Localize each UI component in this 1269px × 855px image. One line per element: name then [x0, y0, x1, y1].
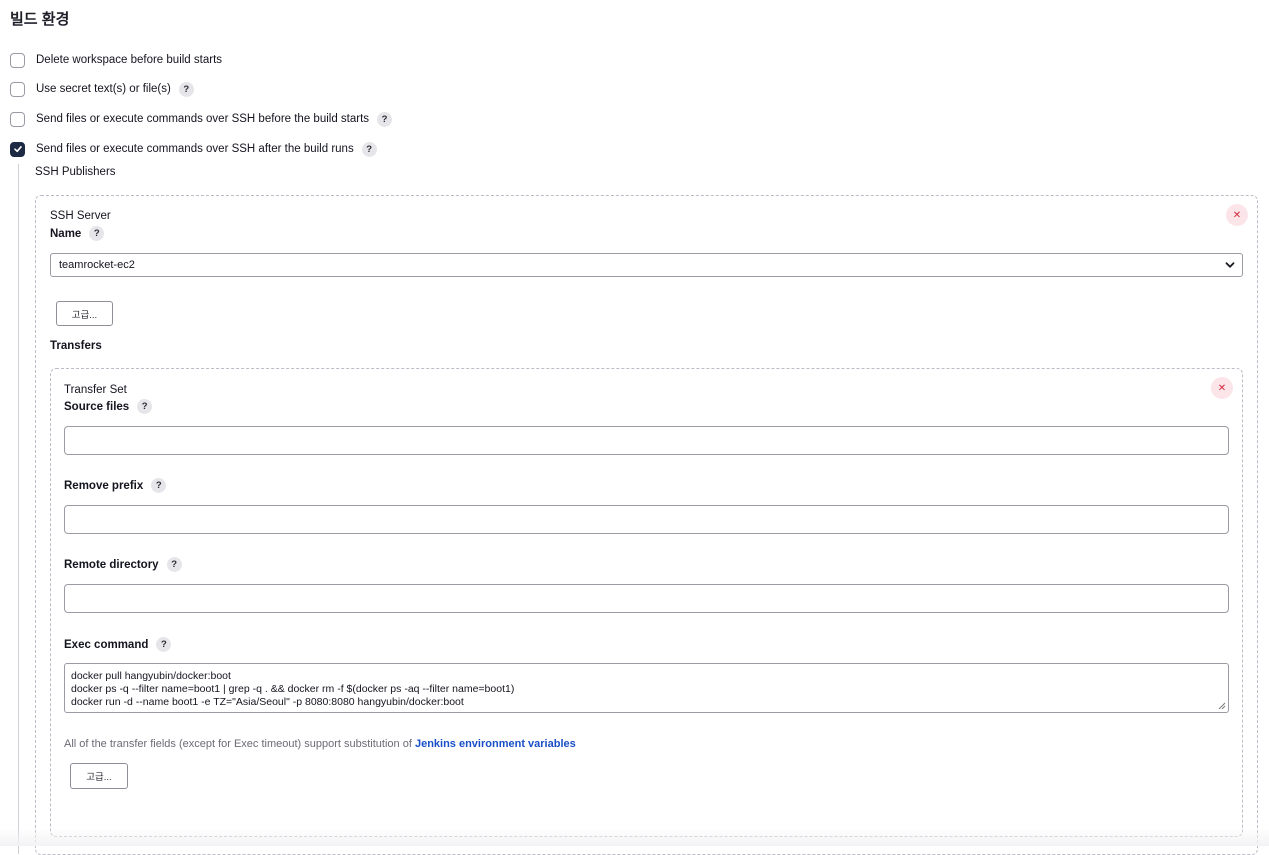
ssh-publishers-title: SSH Publishers	[35, 166, 116, 178]
exec-command-line: docker run -d --name boot1 -e TZ="Asia/S…	[71, 696, 464, 708]
name-label: Name	[50, 227, 82, 240]
substitution-note: All of the transfer fields (except for E…	[64, 738, 576, 750]
exec-command-label-row: Exec command ?	[64, 637, 172, 652]
resize-grip-icon[interactable]	[1218, 702, 1226, 710]
help-icon[interactable]: ?	[178, 81, 194, 97]
nesting-guide-line	[18, 164, 19, 854]
exec-command-textarea[interactable]: docker pull hangyubin/docker:boot docker…	[64, 663, 1229, 713]
option-ssh-after-build[interactable]: Send files or execute commands over SSH …	[10, 139, 377, 159]
option-label: Use secret text(s) or file(s)	[36, 83, 171, 95]
source-files-input[interactable]	[64, 426, 1229, 455]
option-label: Delete workspace before build starts	[36, 54, 223, 66]
help-icon[interactable]: ?	[361, 141, 377, 157]
jenkins-env-vars-link[interactable]: Jenkins environment variables	[415, 738, 576, 750]
checkbox-checked[interactable]	[10, 141, 25, 157]
remote-directory-label-row: Remote directory ?	[64, 557, 182, 572]
help-icon[interactable]: ?	[151, 478, 167, 493]
option-label: Send files or execute commands over SSH …	[36, 113, 370, 125]
remove-prefix-label: Remove prefix	[64, 479, 144, 492]
option-secret-text[interactable]: Use secret text(s) or file(s) ?	[10, 79, 194, 99]
remove-prefix-input[interactable]	[64, 505, 1229, 534]
option-delete-workspace[interactable]: Delete workspace before build starts	[10, 50, 222, 70]
help-icon[interactable]: ?	[137, 399, 153, 414]
section-title: 빌드 환경	[10, 11, 70, 28]
remove-server-button[interactable]: ✕	[1226, 204, 1248, 226]
server-advanced-button[interactable]: 고급...	[56, 301, 113, 326]
option-label: Send files or execute commands over SSH …	[36, 143, 354, 155]
checkmark-icon	[13, 146, 22, 153]
checkbox[interactable]	[10, 111, 25, 127]
checkbox[interactable]	[10, 81, 25, 97]
server-name-value: teamrocket-ec2	[59, 259, 135, 271]
ssh-server-heading: SSH Server	[50, 210, 111, 222]
close-icon: ✕	[1217, 382, 1227, 394]
transfer-set-heading: Transfer Set	[64, 384, 127, 396]
help-icon[interactable]: ?	[89, 226, 105, 241]
source-files-label: Source files	[64, 400, 130, 413]
remove-transfer-button[interactable]: ✕	[1211, 377, 1233, 399]
transfer-advanced-button[interactable]: 고급...	[70, 763, 128, 789]
exec-command-line: docker ps -q --filter name=boot1 | grep …	[71, 683, 515, 695]
remove-prefix-label-row: Remove prefix ?	[64, 478, 167, 493]
exec-command-line: docker pull hangyubin/docker:boot	[71, 670, 231, 682]
chevron-down-icon	[1225, 262, 1235, 268]
help-icon[interactable]: ?	[166, 557, 182, 572]
bottom-fade	[0, 828, 1269, 846]
option-ssh-before-build[interactable]: Send files or execute commands over SSH …	[10, 109, 393, 129]
checkbox[interactable]	[10, 52, 25, 68]
close-icon: ✕	[1232, 209, 1242, 221]
exec-command-label: Exec command	[64, 638, 149, 651]
server-name-select[interactable]: teamrocket-ec2	[50, 253, 1243, 277]
note-text: All of the transfer fields (except for E…	[64, 738, 415, 750]
remote-directory-label: Remote directory	[64, 558, 159, 571]
help-icon[interactable]: ?	[377, 111, 393, 127]
source-files-label-row: Source files ?	[64, 399, 153, 414]
name-label-row: Name ?	[50, 226, 105, 241]
transfers-label: Transfers	[50, 340, 102, 352]
remote-directory-input[interactable]	[64, 584, 1229, 613]
help-icon[interactable]: ?	[156, 637, 172, 652]
